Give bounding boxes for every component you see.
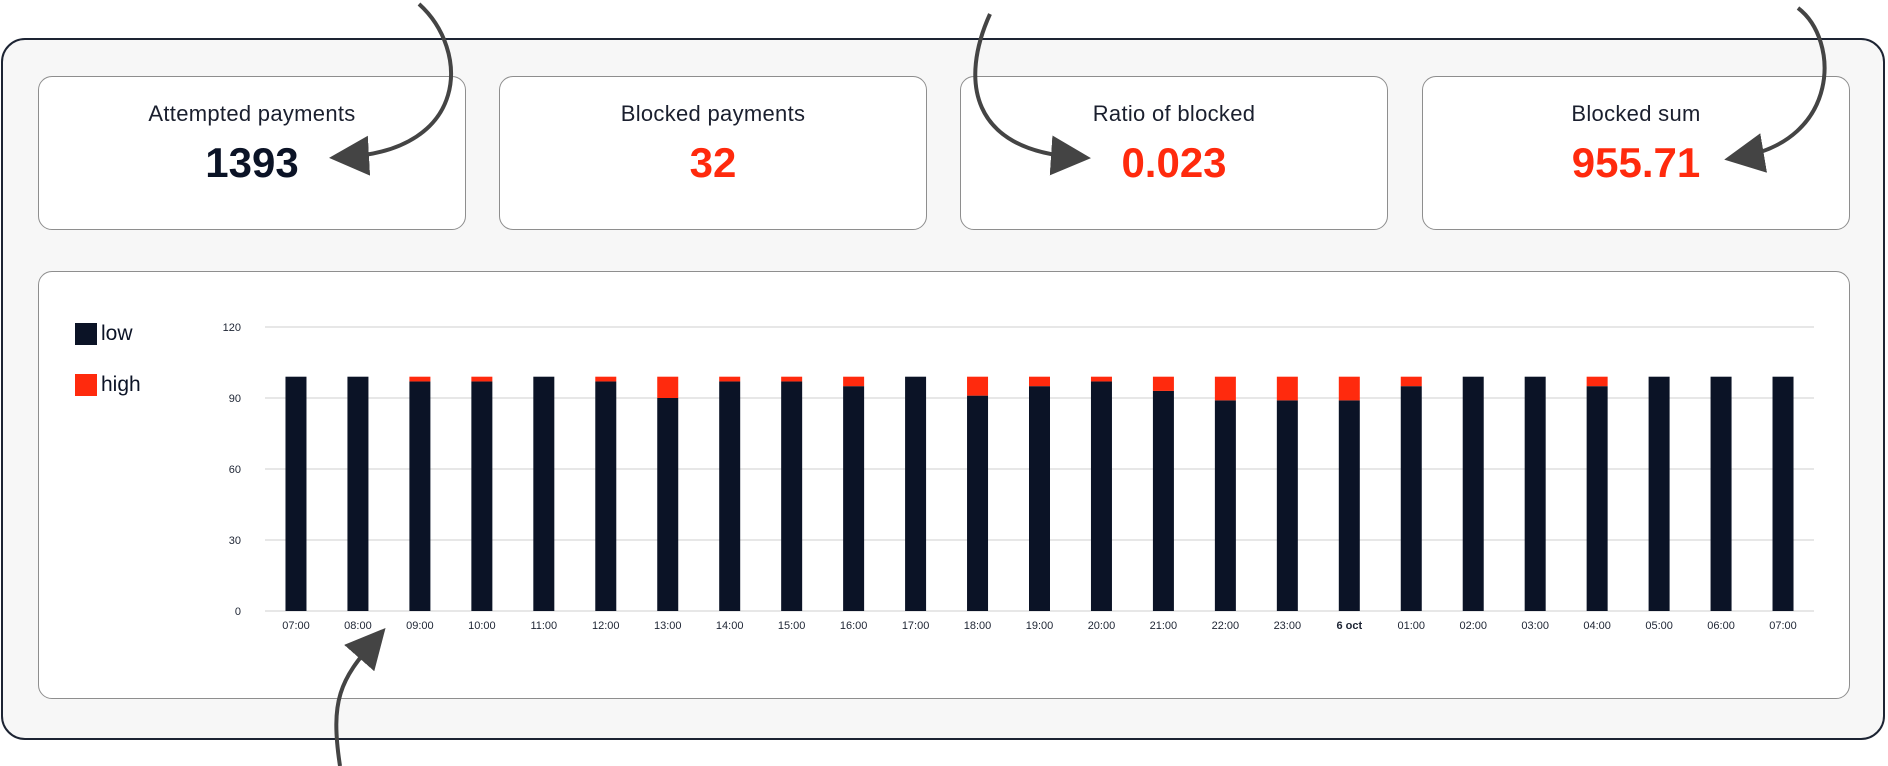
ratio-of-blocked-card: Ratio of blocked 0.023 <box>960 76 1388 230</box>
x-tick-label: 09:00 <box>406 620 434 632</box>
x-tick-label: 19:00 <box>1026 620 1054 632</box>
attempted-payments-card: Attempted payments 1393 <box>38 76 466 230</box>
x-tick-label: 10:00 <box>468 620 496 632</box>
x-tick-label: 18:00 <box>964 620 992 632</box>
bar-low[interactable] <box>347 376 369 611</box>
y-tick-label: 90 <box>229 393 241 405</box>
bar-low[interactable] <box>1462 376 1484 611</box>
x-tick-label: 03:00 <box>1521 620 1549 632</box>
y-tick-label: 0 <box>235 606 241 618</box>
bar-high[interactable] <box>1586 376 1608 387</box>
bar-high[interactable] <box>781 376 803 382</box>
bar-low[interactable] <box>1029 386 1050 611</box>
bar-low[interactable] <box>1090 381 1112 611</box>
attempted-payments-value: 1393 <box>205 139 299 186</box>
x-tick-label: 08:00 <box>344 620 372 632</box>
bar-high[interactable] <box>843 376 865 387</box>
blocked-payments-value: 32 <box>689 139 737 186</box>
bar-high[interactable] <box>1029 376 1050 387</box>
bar-low[interactable] <box>781 381 803 611</box>
bar-high[interactable] <box>595 376 617 382</box>
x-tick-label: 20:00 <box>1088 620 1116 632</box>
bar-low[interactable] <box>285 376 307 611</box>
blocked-sum-value: 955.71 <box>1571 139 1701 186</box>
chart-card: low high 0 30 60 90 120 07:00 08:00 09:00 10:00 1… <box>38 271 1850 699</box>
bar-low[interactable] <box>1338 400 1360 611</box>
x-tick-label: 07:00 <box>1769 620 1797 632</box>
bar-high[interactable] <box>719 376 741 382</box>
bar-low[interactable] <box>1524 376 1546 611</box>
x-tick-label: 02:00 <box>1459 620 1487 632</box>
x-tick-label: 04:00 <box>1583 620 1611 632</box>
y-tick-label: 120 <box>223 322 241 334</box>
x-tick-label: 14:00 <box>716 620 744 632</box>
attempted-payments-label: Attempted payments <box>148 101 356 126</box>
bar-high[interactable] <box>1276 376 1298 401</box>
x-tick-label: 12:00 <box>592 620 620 632</box>
bar-high[interactable] <box>1214 376 1236 401</box>
bar-low[interactable] <box>657 398 679 611</box>
bar-low[interactable] <box>533 376 555 611</box>
x-tick-label: 11:00 <box>530 620 557 632</box>
bar-low[interactable] <box>595 381 617 611</box>
y-tick-label: 60 <box>229 464 241 476</box>
blocked-sum-label: Blocked sum <box>1571 101 1701 126</box>
bar-low[interactable] <box>471 381 493 611</box>
bar-low[interactable] <box>1586 386 1608 611</box>
x-tick-label: 15:00 <box>778 620 806 632</box>
bar-low[interactable] <box>905 376 927 611</box>
bar-low[interactable] <box>409 381 431 611</box>
ratio-of-blocked-label: Ratio of blocked <box>1092 101 1256 126</box>
bar-low[interactable] <box>1772 376 1794 611</box>
bar-low[interactable] <box>967 395 989 611</box>
x-tick-label: 05:00 <box>1645 620 1673 632</box>
blocked-sum-card: Blocked sum 955.71 <box>1422 76 1850 230</box>
bar-low[interactable] <box>1710 376 1732 611</box>
bar-low[interactable] <box>1648 376 1670 611</box>
bar-low[interactable] <box>1276 400 1298 611</box>
bar-high[interactable] <box>967 376 989 396</box>
x-tick-label: 22:00 <box>1212 620 1240 632</box>
y-tick-label: 30 <box>229 535 241 547</box>
x-tick-label: 6 oct <box>1336 620 1362 632</box>
x-tick-label: 23:00 <box>1274 620 1302 632</box>
ratio-of-blocked-value: 0.023 <box>1121 139 1227 186</box>
blocked-payments-label: Blocked payments <box>620 101 806 126</box>
x-tick-label: 21:00 <box>1150 620 1178 632</box>
bar-high[interactable] <box>657 376 679 398</box>
bar-low[interactable] <box>1400 386 1422 611</box>
x-tick-label: 13:00 <box>654 620 682 632</box>
bar-low[interactable] <box>1152 390 1174 611</box>
blocked-payments-card: Blocked payments 32 <box>499 76 927 230</box>
x-tick-label: 06:00 <box>1707 620 1735 632</box>
bar-low[interactable] <box>843 386 865 611</box>
bar-low[interactable] <box>719 381 741 611</box>
bar-low[interactable] <box>1214 400 1236 611</box>
x-tick-label: 01:00 <box>1397 620 1425 632</box>
bar-high[interactable] <box>1090 376 1112 382</box>
bar-high[interactable] <box>471 376 493 382</box>
bar-high[interactable] <box>409 376 431 382</box>
x-tick-label: 07:00 <box>282 620 310 632</box>
bar-high[interactable] <box>1400 376 1422 387</box>
x-tick-label: 16:00 <box>840 620 868 632</box>
bar-high[interactable] <box>1152 376 1174 391</box>
x-tick-label: 17:00 <box>902 620 930 632</box>
bar-chart: 0 30 60 90 120 07:00 08:00 09:00 10:00 11:00 12:00… <box>223 322 1814 632</box>
bar-high[interactable] <box>1338 376 1360 401</box>
